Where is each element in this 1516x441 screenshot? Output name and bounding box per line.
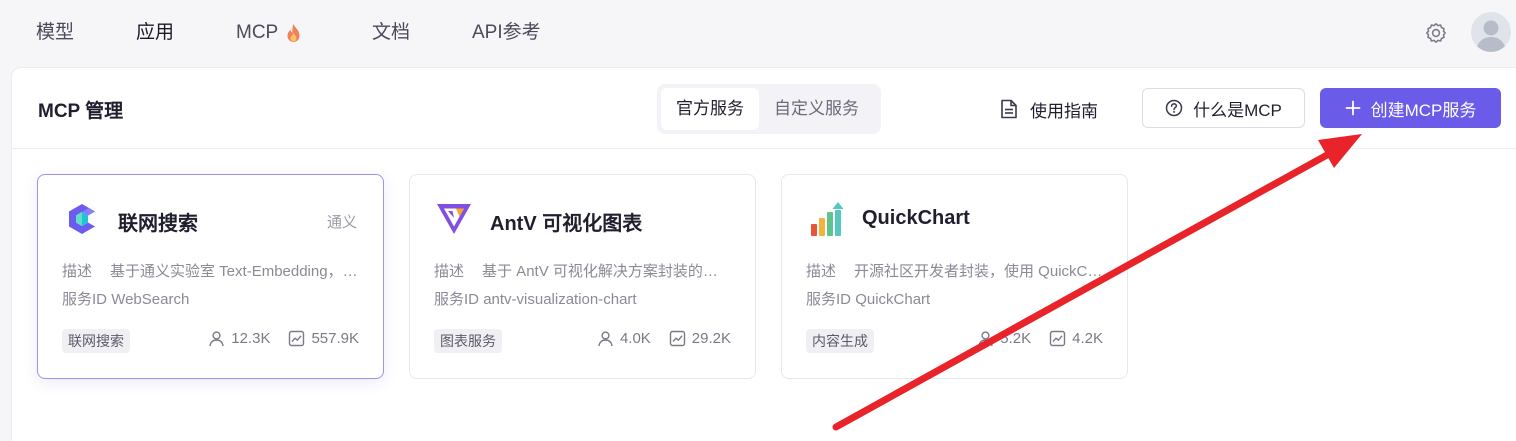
mcp-management-panel: MCP 管理 官方服务 自定义服务 使用指南 什么是MCP 创建MCP服务 联网… (11, 67, 1516, 441)
card-title: AntV 可视化图表 (490, 213, 643, 235)
description-text: 基于通义实验室 Text-Embedding，GTE-reRank，Query … (110, 263, 362, 280)
service-id-label: 服务ID (62, 291, 108, 308)
card-service-id: 服务ID WebSearch (62, 288, 189, 309)
calls-count: 557.9K (311, 330, 359, 347)
what-is-mcp-button[interactable]: 什么是MCP (1142, 88, 1305, 128)
page-title: MCP 管理 (38, 101, 124, 122)
nav-item-apps[interactable]: 应用 (136, 20, 174, 46)
service-id-label: 服务ID (806, 291, 852, 308)
calls-count: 29.2K (691, 330, 731, 347)
calls-count: 4.2K (1072, 330, 1103, 347)
user-icon (598, 331, 613, 347)
description-text: 基于 AntV 可视化解决方案封装的… (482, 263, 718, 280)
users-count: 5.2K (1000, 330, 1032, 347)
card-category-tag: 内容生成 (806, 329, 874, 353)
card-description: 描述 开源社区开发者封装，使用 QuickC… (806, 260, 1106, 281)
nav-item-mcp-label: MCP (236, 22, 279, 43)
card-stats: 12.3K 557.9K (208, 330, 359, 347)
plus-icon (1345, 100, 1361, 116)
top-navigation: 模型 应用 MCP 文档 API参考 (0, 0, 1516, 66)
service-card-web-search[interactable]: 联网搜索 通义 描述基于通义实验室 Text-Embedding，GTE-reR… (37, 174, 384, 379)
antv-logo-icon (434, 199, 474, 239)
nav-item-models[interactable]: 模型 (36, 20, 74, 46)
create-mcp-service-label: 创建MCP服务 (1370, 100, 1477, 120)
avatar-silhouette-icon (1476, 20, 1506, 52)
quickchart-logo-icon (806, 199, 846, 239)
user-guide-link[interactable]: 使用指南 (1000, 94, 1098, 124)
card-title: 联网搜索 (118, 213, 198, 235)
users-count: 12.3K (231, 330, 271, 347)
users-count: 4.0K (619, 330, 651, 347)
create-mcp-service-button[interactable]: 创建MCP服务 (1320, 88, 1501, 128)
card-service-id: 服务ID QuickChart (806, 288, 930, 309)
card-description: 描述基于通义实验室 Text-Embedding，GTE-reRank，Quer… (62, 260, 362, 281)
service-id-value: antv-visualization-chart (483, 291, 637, 308)
nav-item-mcp[interactable]: MCP (236, 20, 301, 46)
description-label: 描述 (434, 263, 465, 280)
card-stats: 4.0K 29.2K (597, 330, 731, 347)
fire-icon (287, 24, 300, 42)
card-title: QuickChart (862, 207, 970, 229)
document-icon (1001, 99, 1017, 119)
panel-header: MCP 管理 官方服务 自定义服务 使用指南 什么是MCP 创建MCP服务 (12, 68, 1516, 149)
service-id-value: WebSearch (111, 291, 190, 308)
card-description: 描述 基于 AntV 可视化解决方案封装的… (434, 260, 734, 281)
card-stats: 5.2K 4.2K (977, 330, 1103, 347)
nav-item-docs[interactable]: 文档 (372, 20, 410, 46)
tab-custom-services[interactable]: 自定义服务 (759, 88, 874, 130)
question-circle-icon (1165, 99, 1183, 117)
trend-chart-icon (1049, 330, 1066, 347)
tab-official-services[interactable]: 官方服务 (661, 88, 759, 130)
what-is-mcp-label: 什么是MCP (1193, 100, 1282, 120)
trend-chart-icon (289, 330, 305, 347)
service-id-label: 服务ID (434, 291, 480, 308)
service-type-tabs: 官方服务 自定义服务 (657, 84, 881, 134)
nav-item-api-reference[interactable]: API参考 (472, 20, 541, 46)
description-label: 描述 (62, 263, 93, 280)
gear-icon[interactable] (1424, 21, 1448, 45)
service-card-antv-chart[interactable]: AntV 可视化图表 描述 基于 AntV 可视化解决方案封装的… 服务ID an… (409, 174, 756, 379)
card-service-id: 服务ID antv-visualization-chart (434, 288, 637, 309)
trend-chart-icon (669, 330, 685, 347)
description-text: 开源社区开发者封装，使用 QuickC… (854, 263, 1103, 280)
user-icon (209, 331, 224, 347)
description-label: 描述 (806, 263, 837, 280)
user-icon (978, 331, 993, 347)
card-category-tag: 图表服务 (434, 329, 502, 353)
web-search-logo-icon (62, 199, 102, 239)
service-card-quickchart[interactable]: QuickChart 描述 开源社区开发者封装，使用 QuickC… 服务ID Q… (781, 174, 1128, 379)
user-avatar[interactable] (1471, 12, 1511, 52)
service-id-value: QuickChart (855, 291, 931, 308)
card-vendor: 通义 (326, 214, 357, 231)
card-category-tag: 联网搜索 (62, 329, 130, 353)
user-guide-label: 使用指南 (1030, 101, 1098, 121)
